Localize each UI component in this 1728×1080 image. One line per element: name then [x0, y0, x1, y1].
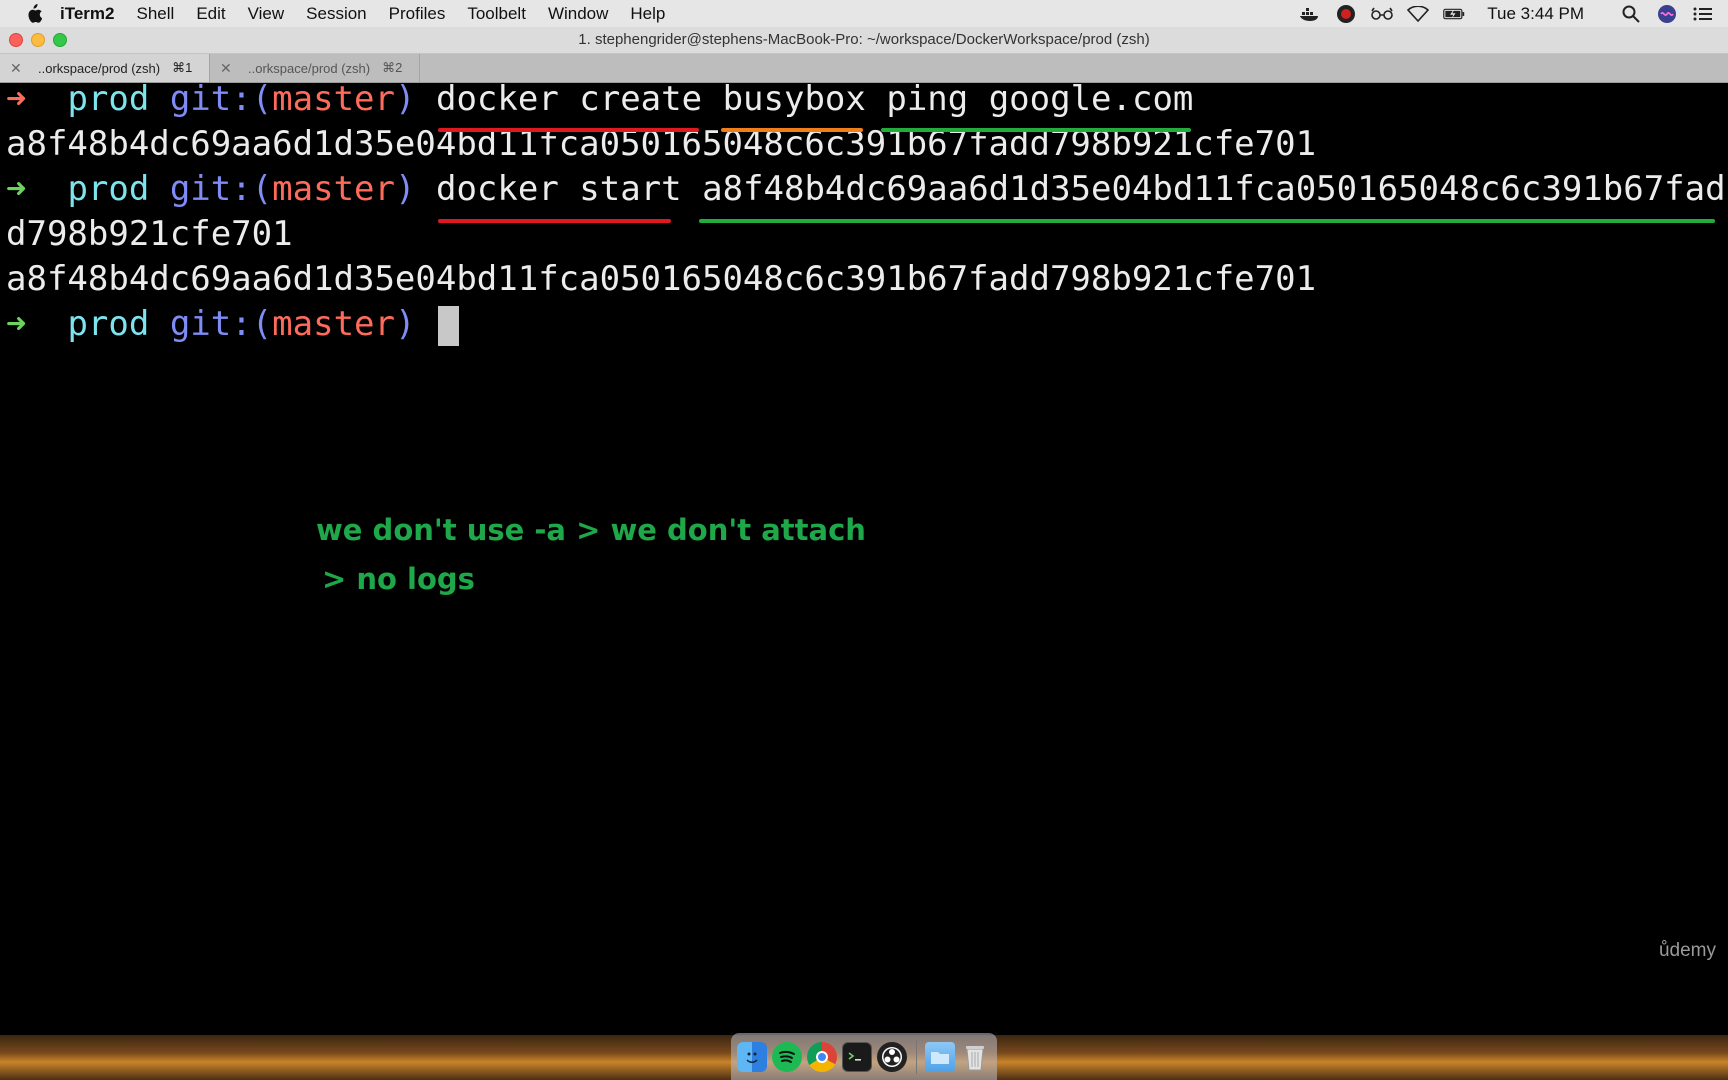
underline-busybox: [721, 128, 863, 132]
prompt-git-close: ): [395, 169, 416, 209]
prompt-branch: master: [272, 169, 395, 209]
tab-label: ..orkspace/prod (zsh): [38, 60, 161, 76]
prompt-directory: prod: [67, 304, 150, 344]
prompt-branch: master: [272, 79, 395, 119]
close-tab-icon[interactable]: ✕: [220, 60, 234, 77]
prompt-arrow-icon: ➜: [6, 169, 27, 209]
close-tab-icon[interactable]: ✕: [10, 60, 24, 77]
terminal-output: a8f48b4dc69aa6d1d35e04bd11fca050165048c6…: [6, 259, 1317, 299]
prompt-branch: master: [272, 304, 395, 344]
menu-window[interactable]: Window: [548, 4, 608, 24]
prompt-arrow-icon: ➜: [6, 304, 27, 344]
menu-toolbelt[interactable]: Toolbelt: [467, 4, 526, 24]
command-override-ping: ping google.com: [886, 79, 1194, 119]
prompt-git: git:(: [169, 304, 273, 344]
prompt-directory: prod: [67, 79, 150, 119]
command-container-id: a8f48b4dc69aa6d1d35e04bd11fca050165048c6…: [702, 169, 1726, 209]
battery-icon[interactable]: [1443, 5, 1465, 23]
status-area: Tue 3:44 PM: [1285, 0, 1728, 27]
menu-view[interactable]: View: [248, 4, 285, 24]
command-docker-start: docker start: [435, 169, 682, 209]
underline-container-id: [699, 219, 1715, 223]
terminal-pane[interactable]: ➜ prod git:(master) docker create busybo…: [0, 79, 1728, 1035]
window-title-bar: 1. stephengrider@stephens-MacBook-Pro: ~…: [0, 27, 1728, 54]
menu-profiles[interactable]: Profiles: [389, 4, 446, 24]
menu-shell[interactable]: Shell: [137, 4, 175, 24]
terminal-line: ➜ prod git:(master): [6, 302, 459, 346]
menu-bar: iTerm2 Shell Edit View Session Profiles …: [0, 0, 1728, 27]
annotation-line-1: we don't use -a > we don't attach: [316, 513, 866, 547]
terminal-line: ➜ prod git:(master) docker create busybo…: [6, 77, 1193, 121]
tab-label: ..orkspace/prod (zsh): [248, 60, 371, 76]
prompt-git: git:(: [169, 169, 273, 209]
underline-docker-start: [438, 219, 671, 223]
finder-icon[interactable]: [737, 1041, 767, 1072]
screen-recorder-icon[interactable]: [1335, 4, 1357, 23]
obs-icon[interactable]: [877, 1041, 907, 1072]
terminal-wrapped-line: d798b921cfe701: [6, 214, 293, 254]
apple-icon[interactable]: [24, 3, 42, 24]
underline-ping-command: [881, 128, 1191, 132]
terminal-line: ➜ prod git:(master) docker start a8f48b4…: [6, 167, 1726, 211]
menu-session[interactable]: Session: [306, 4, 366, 24]
dock: [731, 1033, 997, 1080]
text-cursor: [437, 305, 459, 346]
folder-icon[interactable]: [925, 1041, 955, 1072]
prompt-git-close: ): [395, 79, 416, 119]
dock-separator: [916, 1039, 917, 1074]
prompt-git: git:(: [169, 79, 273, 119]
udemy-watermark: ůdemy: [1658, 940, 1716, 961]
wifi-icon[interactable]: [1407, 5, 1430, 23]
spotify-icon[interactable]: [772, 1041, 802, 1072]
trash-icon[interactable]: [960, 1042, 990, 1072]
menu-help[interactable]: Help: [630, 4, 665, 24]
spotlight-search-icon[interactable]: [1620, 5, 1642, 23]
tab-shortcut: ⌘2: [382, 60, 403, 75]
menu-app-iterm2[interactable]: iTerm2: [60, 4, 115, 24]
tab-shortcut: ⌘1: [172, 60, 193, 75]
annotation-line-2: > no logs: [322, 562, 475, 596]
siri-icon[interactable]: [1656, 4, 1678, 23]
command-docker-create: docker create: [435, 79, 703, 119]
glasses-icon[interactable]: [1371, 5, 1394, 23]
docker-icon[interactable]: [1299, 5, 1321, 23]
window-title: 1. stephengrider@stephens-MacBook-Pro: ~…: [578, 31, 1150, 48]
command-image-busybox: busybox: [722, 79, 866, 119]
notification-center-icon[interactable]: [1692, 5, 1714, 23]
prompt-arrow-icon: ➜: [6, 79, 27, 119]
menu-edit[interactable]: Edit: [196, 4, 225, 24]
underline-docker-create: [438, 128, 699, 132]
menubar-clock[interactable]: Tue 3:44 PM: [1487, 4, 1584, 24]
prompt-directory: prod: [67, 169, 150, 209]
chrome-icon[interactable]: [807, 1041, 837, 1072]
prompt-git-close: ): [395, 304, 416, 344]
terminal-icon[interactable]: [842, 1041, 872, 1072]
